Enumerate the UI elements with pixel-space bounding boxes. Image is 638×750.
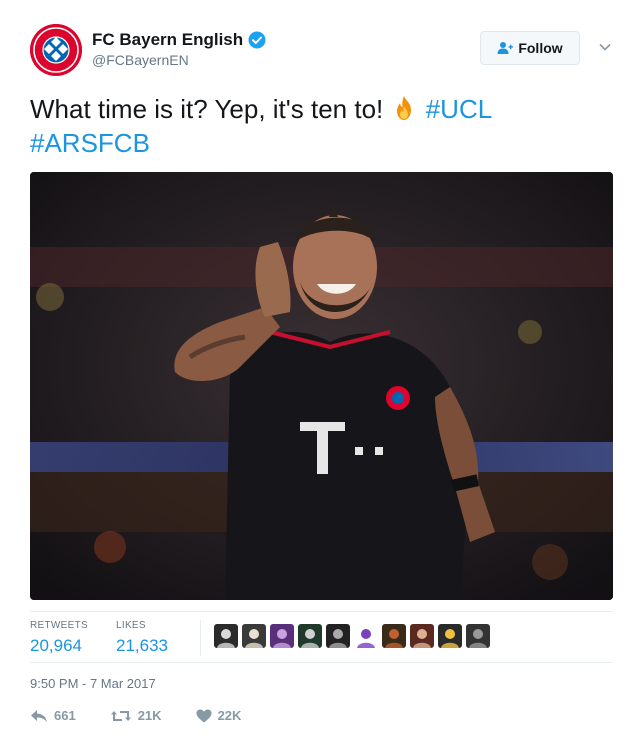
tweet-text: What time is it? Yep, it's ten to! #UCL …: [30, 92, 610, 160]
retweets-label: RETWEETS: [30, 620, 88, 631]
retweet-button[interactable]: 21K: [110, 708, 162, 723]
bayern-crest-icon: [30, 24, 82, 76]
tweet-body-text: What time is it? Yep, it's ten to!: [30, 94, 384, 124]
liker-avatar[interactable]: [410, 624, 434, 648]
likes-label: LIKES: [116, 620, 146, 631]
add-user-icon: [497, 41, 514, 55]
retweet-count: 21K: [137, 708, 162, 723]
fire-emoji-icon: [390, 94, 418, 122]
likes-stat[interactable]: LIKES 21,633: [116, 620, 168, 656]
retweet-icon: [110, 710, 131, 721]
like-button[interactable]: 22K: [196, 708, 242, 723]
account-handle[interactable]: @FCBayernEN: [92, 52, 189, 68]
follow-button[interactable]: Follow: [480, 31, 580, 65]
hashtag-ucl-link[interactable]: #UCL: [426, 94, 492, 124]
stats-divider: [200, 620, 201, 656]
retweets-value: 20,964: [30, 636, 82, 655]
like-count: 22K: [217, 708, 242, 723]
liker-avatar[interactable]: [354, 624, 378, 648]
display-name[interactable]: FC Bayern English: [92, 30, 243, 50]
heart-icon: [196, 709, 212, 722]
verified-badge-icon: [248, 31, 266, 49]
tweet-card: FC Bayern English @FCBayernEN Follow Wha…: [0, 0, 638, 750]
liker-avatar[interactable]: [438, 624, 462, 648]
liker-avatar[interactable]: [298, 624, 322, 648]
hashtag-arsfcb-link[interactable]: #ARSFCB: [30, 128, 150, 158]
liker-avatar[interactable]: [270, 624, 294, 648]
liker-avatar[interactable]: [326, 624, 350, 648]
engagement-stats: RETWEETS 20,964 LIKES 21,633: [30, 611, 613, 663]
retweets-stat[interactable]: RETWEETS 20,964: [30, 620, 88, 656]
reply-count: 661: [54, 708, 76, 723]
liker-avatar[interactable]: [242, 624, 266, 648]
reply-icon: [31, 709, 47, 722]
photo-image: [30, 172, 613, 600]
likes-value: 21,633: [116, 636, 168, 655]
follow-label: Follow: [518, 40, 563, 56]
tweet-actions: 661 21K 22K: [30, 708, 275, 723]
liker-avatar[interactable]: [382, 624, 406, 648]
tweet-timestamp[interactable]: 9:50 PM - 7 Mar 2017: [30, 676, 156, 691]
account-avatar[interactable]: [30, 24, 82, 76]
account-name-row[interactable]: FC Bayern English: [92, 30, 266, 50]
liker-avatar[interactable]: [214, 624, 238, 648]
chevron-down-icon[interactable]: [598, 40, 612, 54]
liker-avatar[interactable]: [466, 624, 490, 648]
reply-button[interactable]: 661: [30, 708, 76, 723]
tweet-media-photo[interactable]: [30, 172, 613, 600]
liker-avatars: [214, 624, 490, 648]
